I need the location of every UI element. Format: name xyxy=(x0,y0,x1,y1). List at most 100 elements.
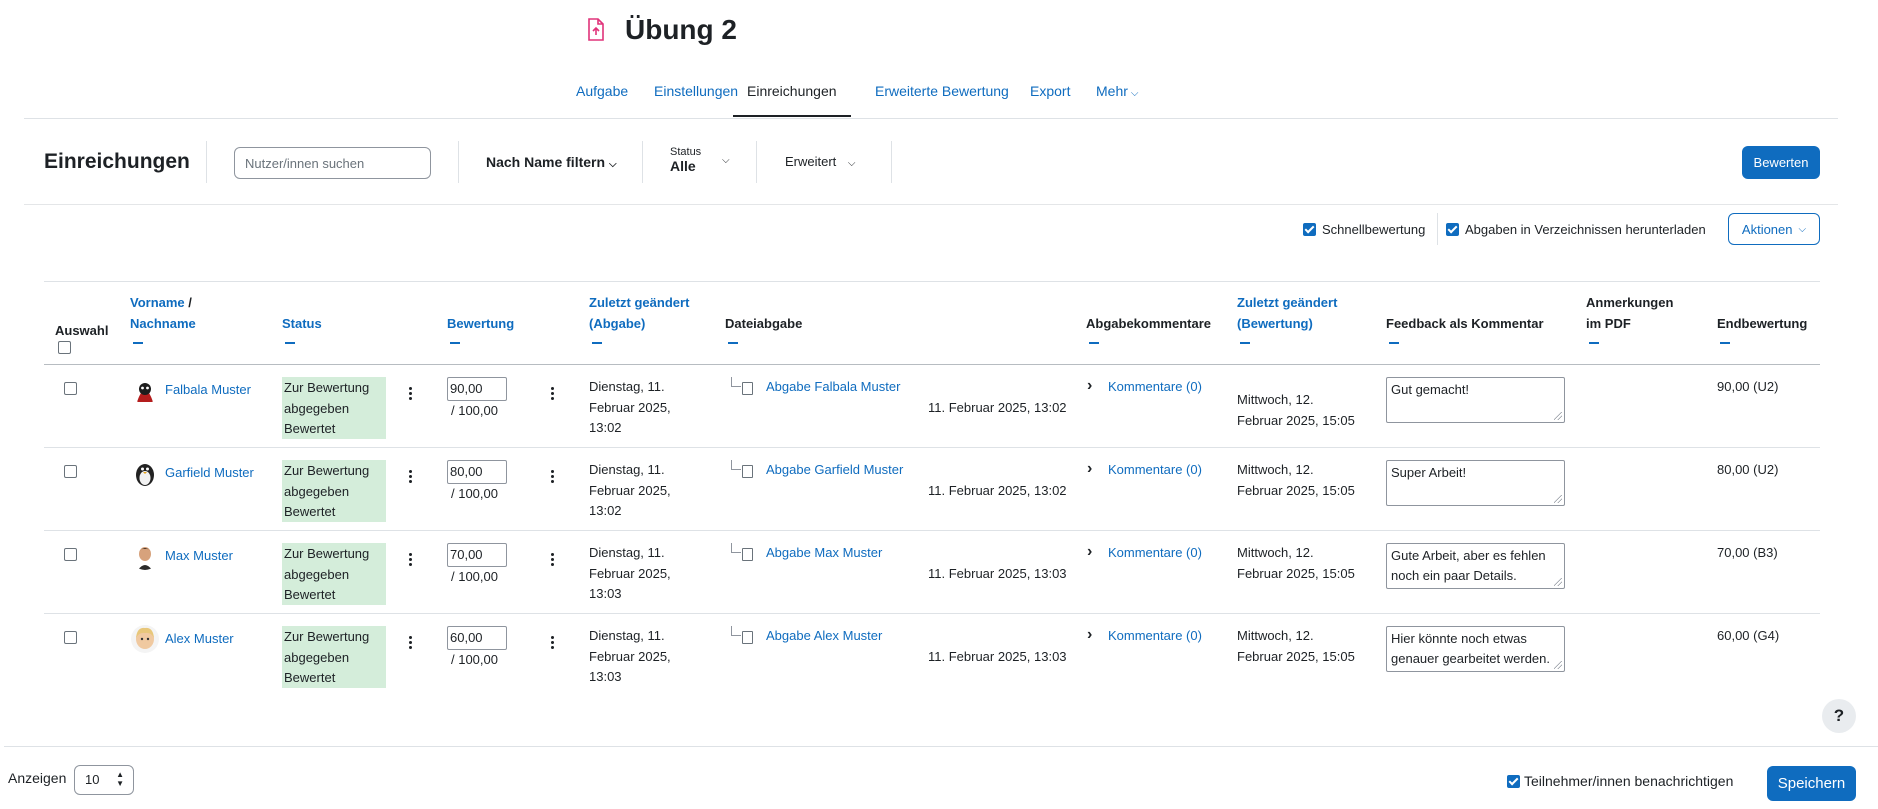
row-select-checkbox[interactable] xyxy=(64,465,77,478)
collapse-icon[interactable] xyxy=(1720,342,1730,344)
grade-input[interactable]: 80,00 xyxy=(447,460,507,484)
tab-aufgabe[interactable]: Aufgabe xyxy=(576,83,628,115)
last-modified-submission: Dienstag, 11. Februar 2025, 13:02 xyxy=(589,460,671,522)
collapse-icon[interactable] xyxy=(133,342,143,344)
collapse-icon[interactable] xyxy=(1589,342,1599,344)
avatar xyxy=(131,625,159,653)
feedback-textarea[interactable]: Gute Arbeit, aber es fehlen noch ein paa… xyxy=(1386,543,1565,589)
status-line-2: abgegeben xyxy=(284,566,350,582)
tab-einstellungen[interactable]: Einstellungen xyxy=(654,83,738,115)
file-submission-link[interactable]: Abgabe Falbala Muster xyxy=(766,377,900,398)
quick-grading-option[interactable]: Schnellbewertung xyxy=(1303,213,1425,245)
tab-erweiterte-bewertung[interactable]: Erweiterte Bewertung xyxy=(875,83,1009,115)
mod-line-3: 13:03 xyxy=(589,586,622,601)
mod-line-2: Februar 2025, xyxy=(589,648,671,664)
sort-status[interactable]: Status xyxy=(282,313,322,334)
comments-link[interactable]: Kommentare (0) xyxy=(1108,626,1202,647)
sort-firstname[interactable]: Vorname xyxy=(130,295,185,310)
mod-line-3: 13:02 xyxy=(589,420,622,435)
select-all-checkbox[interactable] xyxy=(58,341,71,354)
divider xyxy=(756,141,757,183)
student-name-link[interactable]: Alex Muster xyxy=(165,629,234,650)
file-submission-link[interactable]: Abgabe Max Muster xyxy=(766,543,882,564)
row-actions-menu-icon[interactable] xyxy=(409,470,413,485)
gmod-line-2: Februar 2025, 15:05 xyxy=(1237,648,1355,664)
sort-modified-grade[interactable]: Zuletzt geändert (Bewertung) xyxy=(1237,292,1337,334)
row-select-checkbox[interactable] xyxy=(64,548,77,561)
collapse-icon[interactable] xyxy=(728,342,738,344)
grade-input[interactable]: 70,00 xyxy=(447,543,507,567)
sort-modified-submission[interactable]: Zuletzt geändert (Abgabe) xyxy=(589,292,689,334)
collapse-icon[interactable] xyxy=(1089,342,1099,344)
header-final-grade: Endbewertung xyxy=(1717,316,1808,331)
last-modified-grade: Mittwoch, 12. Februar 2025, 15:05 xyxy=(1237,390,1355,431)
name-filter-dropdown[interactable]: Nach Name filtern ⌵ xyxy=(486,154,617,170)
final-grade: 90,00 (U2) xyxy=(1717,379,1779,394)
save-button[interactable]: Speichern xyxy=(1767,766,1856,801)
notify-checkbox[interactable] xyxy=(1507,774,1520,788)
grade-button[interactable]: Bewerten xyxy=(1742,146,1820,179)
row-actions-menu-icon[interactable] xyxy=(409,553,413,568)
status-line-2: abgegeben xyxy=(284,400,350,416)
filter-bar: Einreichungen Nach Name filtern ⌵ Status… xyxy=(24,119,1838,205)
notify-option[interactable]: Teilnehmer/innen benachrichtigen xyxy=(1507,773,1733,789)
status-filter-dropdown[interactable]: Status Alle ⌵ xyxy=(670,146,750,174)
help-button[interactable]: ? xyxy=(1822,699,1856,733)
chevron-right-icon[interactable]: › xyxy=(1087,543,1092,561)
chevron-right-icon[interactable]: › xyxy=(1087,460,1092,478)
row-actions-menu-icon[interactable] xyxy=(409,636,413,651)
download-folders-option[interactable]: Abgaben in Verzeichnissen herunterladen xyxy=(1446,213,1706,245)
tree-connector xyxy=(731,626,741,636)
divider xyxy=(458,141,459,183)
row-divider xyxy=(44,613,1820,614)
actions-dropdown[interactable]: Aktionen ⌵ xyxy=(1728,213,1820,245)
sort-lastname[interactable]: Nachname xyxy=(130,316,196,331)
mod-line-3: 13:02 xyxy=(589,503,622,518)
feedback-textarea[interactable]: Gut gemacht! xyxy=(1386,377,1565,423)
quick-grading-label: Schnellbewertung xyxy=(1322,221,1426,237)
comments-link[interactable]: Kommentare (0) xyxy=(1108,460,1202,481)
comments-link[interactable]: Kommentare (0) xyxy=(1108,543,1202,564)
student-name-link[interactable]: Garfield Muster xyxy=(165,463,254,484)
quick-grading-checkbox[interactable] xyxy=(1303,222,1316,236)
row-select-checkbox[interactable] xyxy=(64,382,77,395)
student-name-link[interactable]: Max Muster xyxy=(165,546,233,567)
download-folders-checkbox[interactable] xyxy=(1446,222,1459,236)
grade-menu-icon[interactable] xyxy=(551,636,555,651)
comments-link[interactable]: Kommentare (0) xyxy=(1108,377,1202,398)
grade-input[interactable]: 90,00 xyxy=(447,377,507,401)
collapse-icon[interactable] xyxy=(592,342,602,344)
chevron-right-icon[interactable]: › xyxy=(1087,626,1092,644)
sort-grade[interactable]: Bewertung xyxy=(447,313,514,334)
tab-mehr[interactable]: Mehr ⌵ xyxy=(1096,83,1139,115)
grade-menu-icon[interactable] xyxy=(551,470,555,485)
mod-line-1: Dienstag, 11. xyxy=(589,628,665,643)
collapse-icon[interactable] xyxy=(1389,342,1399,344)
divider xyxy=(891,141,892,183)
grade-menu-icon[interactable] xyxy=(551,387,555,402)
tab-export[interactable]: Export xyxy=(1030,83,1070,115)
status-filter-value: Alle xyxy=(670,158,696,174)
chevron-down-icon: ⌵ xyxy=(1130,88,1139,99)
search-input[interactable] xyxy=(234,147,431,179)
advanced-filter-dropdown[interactable]: Erweitert ⌵ xyxy=(785,154,856,169)
collapse-icon[interactable] xyxy=(1240,342,1250,344)
per-page-select[interactable]: 10 ▲ ▼ xyxy=(74,765,134,795)
feedback-textarea[interactable]: Super Arbeit! xyxy=(1386,460,1565,506)
collapse-icon[interactable] xyxy=(450,342,460,344)
tab-einreichungen[interactable]: Einreichungen xyxy=(733,83,851,117)
row-actions-menu-icon[interactable] xyxy=(409,387,413,402)
file-submission-link[interactable]: Abgabe Alex Muster xyxy=(766,626,882,647)
file-submission-link[interactable]: Abgabe Garfield Muster xyxy=(766,460,903,481)
grade-input[interactable]: 60,00 xyxy=(447,626,507,650)
gmod-line-2: Februar 2025, 15:05 xyxy=(1237,482,1355,498)
collapse-icon[interactable] xyxy=(285,342,295,344)
table-top-border xyxy=(44,281,1820,282)
header-slash: / xyxy=(184,295,192,310)
student-name-link[interactable]: Falbala Muster xyxy=(165,380,251,401)
grade-menu-icon[interactable] xyxy=(551,553,555,568)
feedback-textarea[interactable]: Hier könnte noch etwas genauer gearbeite… xyxy=(1386,626,1565,672)
grade-max: / 100,00 xyxy=(451,403,498,418)
row-select-checkbox[interactable] xyxy=(64,631,77,644)
chevron-right-icon[interactable]: › xyxy=(1087,377,1092,395)
